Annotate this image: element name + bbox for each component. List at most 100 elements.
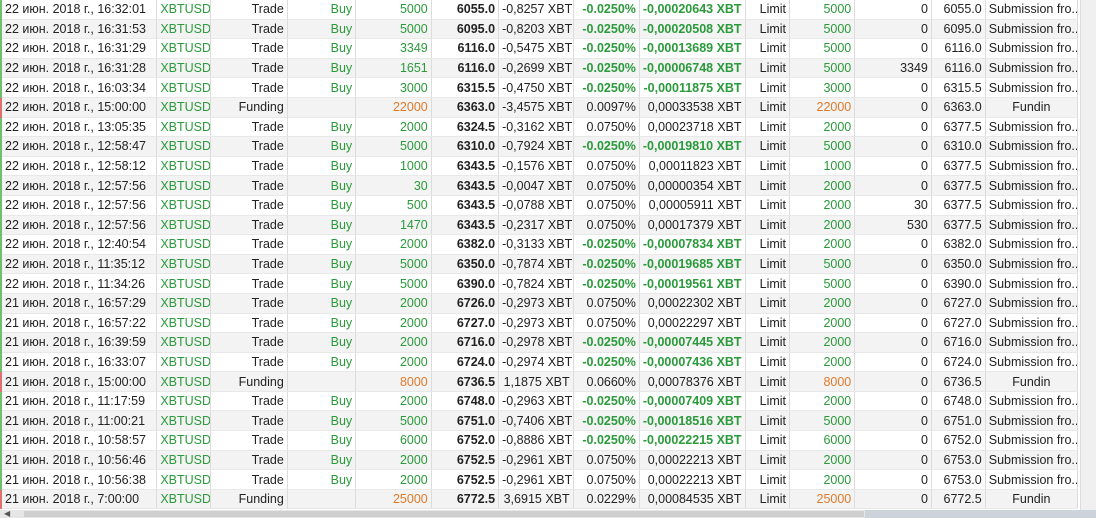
table-row[interactable]: 22 июн. 2018 г., 13:05:35 XBTUSD Trade Buy 2…: [0, 117, 1078, 138]
cell-price: 6343.5: [431, 195, 500, 216]
cell-order-type: Limit: [745, 19, 791, 40]
table-row[interactable]: 22 июн. 2018 г., 12:57:56 XBTUSD Trade Buy 5…: [0, 195, 1078, 216]
cell-fee-rate: -0.0250%: [573, 38, 640, 59]
cell-order-price: 6055.0: [931, 0, 986, 20]
cell-order-type: Limit: [745, 38, 791, 59]
cell-text: Submission fro..: [985, 0, 1078, 20]
cell-symbol: XBTUSD: [156, 175, 212, 196]
cell-text: Submission fro..: [985, 156, 1078, 177]
cell-fee-rate: 0.0750%: [573, 450, 640, 471]
cell-leaves-qty: 0: [854, 97, 932, 118]
cell-order-type: Limit: [745, 175, 791, 196]
cell-value: -0,4750 XBT: [498, 77, 574, 98]
cell-side: Buy: [287, 58, 357, 79]
bottom-panel-edge: [865, 510, 1096, 518]
cell-value: -0,2961 XBT: [498, 469, 574, 490]
table-row[interactable]: 22 июн. 2018 г., 12:57:56 XBTUSD Trade Buy 1…: [0, 215, 1078, 236]
cell-side: Buy: [287, 156, 357, 177]
table-row[interactable]: 21 июн. 2018 г., 16:57:22 XBTUSD Trade Buy 2…: [0, 313, 1078, 334]
cell-text: Submission fro..: [985, 234, 1078, 255]
scroll-left-icon[interactable]: ◀: [4, 509, 10, 518]
cell-value: -0,7406 XBT: [498, 410, 574, 432]
cell-price: 6726.0: [431, 293, 500, 314]
cell-side: Buy: [287, 19, 357, 40]
cell-exec-type: Trade: [210, 215, 288, 236]
cell-text: Submission fro..: [985, 254, 1078, 275]
cell-order-price: 6724.0: [931, 352, 986, 373]
table-row[interactable]: 22 июн. 2018 г., 16:31:29 XBTUSD Trade Buy 3…: [0, 38, 1078, 59]
cell-fee-paid: 0,00078376 XBT: [639, 371, 746, 392]
cell-price: 6748.0: [431, 391, 500, 412]
cell-order-price: 6116.0: [931, 38, 986, 59]
cell-fee-rate: -0.0250%: [573, 58, 640, 79]
cell-order-qty: 2000: [789, 293, 856, 314]
cell-order-qty: 2000: [789, 234, 856, 255]
table-row[interactable]: 22 июн. 2018 г., 16:03:34 XBTUSD Trade Buy 3…: [0, 77, 1078, 98]
table-row[interactable]: 22 июн. 2018 г., 11:35:12 XBTUSD Trade Buy 5…: [0, 254, 1078, 275]
cell-quantity: 5000: [355, 136, 432, 157]
cell-order-qty: 5000: [789, 38, 856, 59]
cell-price: 6382.0: [431, 234, 500, 255]
cell-fee-paid: -0,00022215 XBT: [639, 430, 746, 451]
table-row[interactable]: 21 июн. 2018 г., 16:39:59 XBTUSD Trade Buy 2…: [0, 332, 1078, 353]
cell-side: Buy: [287, 254, 357, 275]
cell-symbol: XBTUSD: [156, 352, 212, 373]
cell-order-qty: 5000: [789, 0, 856, 20]
cell-fee-rate: 0.0750%: [573, 117, 640, 138]
cell-leaves-qty: 0: [854, 117, 932, 138]
table-row[interactable]: 21 июн. 2018 г., 7:00:00 XBTUSD Funding 250…: [0, 489, 1078, 510]
cell-quantity: 3000: [355, 77, 432, 98]
table-row[interactable]: 21 июн. 2018 г., 10:56:38 XBTUSD Trade Buy 2…: [0, 469, 1078, 490]
cell-order-type: Limit: [745, 450, 791, 471]
table-row[interactable]: 21 июн. 2018 г., 10:56:46 XBTUSD Trade Buy 2…: [0, 450, 1078, 471]
cell-quantity: 1651: [355, 58, 432, 79]
table-row[interactable]: 21 июн. 2018 г., 15:00:00 XBTUSD Funding 80…: [0, 371, 1078, 392]
table-row[interactable]: 21 июн. 2018 г., 16:57:29 XBTUSD Trade Buy 2…: [0, 293, 1078, 314]
cell-text: Submission fro..: [985, 293, 1078, 314]
table-row[interactable]: 21 июн. 2018 г., 16:33:07 XBTUSD Trade Buy 2…: [0, 352, 1078, 373]
table-row[interactable]: 22 июн. 2018 г., 12:40:54 XBTUSD Trade Buy 2…: [0, 234, 1078, 255]
cell-order-type: Limit: [745, 254, 791, 275]
table-row[interactable]: 22 июн. 2018 г., 12:58:12 XBTUSD Trade Buy 1…: [0, 156, 1078, 177]
cell-fee-rate: -0.0250%: [573, 0, 640, 20]
cell-fee-paid: -0,00020508 XBT: [639, 19, 746, 40]
cell-order-qty: 2000: [789, 117, 856, 138]
table-row[interactable]: 22 июн. 2018 г., 16:31:53 XBTUSD Trade Buy 5…: [0, 19, 1078, 40]
cell-quantity: 5000: [355, 254, 432, 275]
cell-leaves-qty: 0: [854, 450, 932, 471]
table-row[interactable]: 22 июн. 2018 г., 16:31:28 XBTUSD Trade Buy 1…: [0, 58, 1078, 79]
table-row[interactable]: 22 июн. 2018 г., 16:32:01 XBTUSD Trade Buy 5…: [0, 0, 1078, 20]
cell-value: -0,8257 XBT: [498, 0, 574, 20]
cell-leaves-qty: 0: [854, 391, 932, 412]
cell-fee-rate: 0.0750%: [573, 215, 640, 236]
cell-time: 21 июн. 2018 г., 7:00:00: [0, 489, 158, 510]
table-row[interactable]: 22 июн. 2018 г., 15:00:00 XBTUSD Funding 22…: [0, 97, 1078, 118]
cell-side: Buy: [287, 469, 357, 490]
cell-quantity: 5000: [355, 0, 432, 20]
cell-quantity: 2000: [355, 313, 432, 334]
cell-quantity: 5000: [355, 410, 432, 432]
vertical-scrollbar[interactable]: [1080, 0, 1096, 510]
table-row[interactable]: 21 июн. 2018 г., 11:17:59 XBTUSD Trade Buy 2…: [0, 391, 1078, 412]
cell-text: Submission fro..: [985, 273, 1078, 294]
cell-text: Submission fro..: [985, 352, 1078, 373]
table-row[interactable]: 22 июн. 2018 г., 12:57:56 XBTUSD Trade Buy 3…: [0, 175, 1078, 196]
cell-value: -0,7824 XBT: [498, 273, 574, 294]
table-row[interactable]: 22 июн. 2018 г., 12:58:47 XBTUSD Trade Buy 5…: [0, 136, 1078, 157]
cell-order-qty: 2000: [789, 391, 856, 412]
cell-time: 22 июн. 2018 г., 16:03:34: [0, 77, 158, 98]
cell-exec-type: Funding: [210, 97, 288, 118]
table-row[interactable]: 21 июн. 2018 г., 11:00:21 XBTUSD Trade Buy 5…: [0, 410, 1078, 432]
cell-price: 6751.0: [431, 410, 500, 432]
cell-fee-paid: -0,00019685 XBT: [639, 254, 746, 275]
horizontal-scrollbar-thumb[interactable]: [24, 511, 864, 517]
cell-price: 6350.0: [431, 254, 500, 275]
table-row[interactable]: 22 июн. 2018 г., 11:34:26 XBTUSD Trade Buy 5…: [0, 273, 1078, 294]
cell-time: 22 июн. 2018 г., 11:35:12: [0, 254, 158, 275]
cell-value: -0,5475 XBT: [498, 38, 574, 59]
table-row[interactable]: 21 июн. 2018 г., 10:58:57 XBTUSD Trade Buy 6…: [0, 430, 1078, 451]
cell-fee-paid: -0,00007834 XBT: [639, 234, 746, 255]
cell-symbol: XBTUSD: [156, 332, 212, 353]
cell-symbol: XBTUSD: [156, 215, 212, 236]
cell-quantity: 2000: [355, 469, 432, 490]
